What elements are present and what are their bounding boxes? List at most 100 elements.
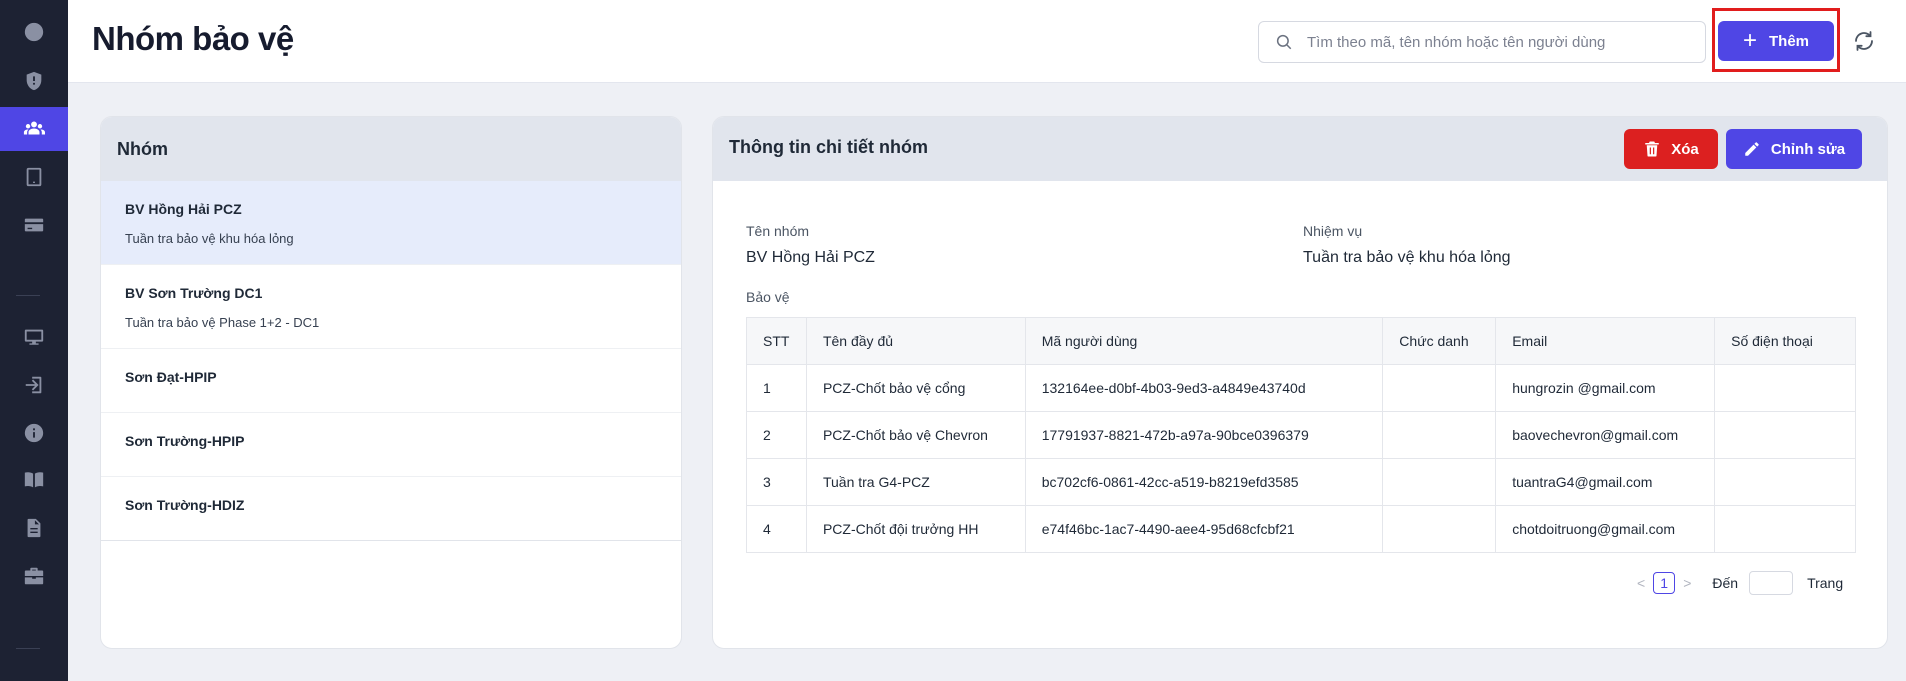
table-cell: hungrozin @gmail.com xyxy=(1495,364,1716,412)
pencil-icon xyxy=(1745,142,1759,156)
shield-icon xyxy=(26,71,42,91)
guards-table: STT Tên đầy đủ Mã người dùng Chức danh E… xyxy=(746,317,1856,553)
edit-button-label: Chỉnh sửa xyxy=(1770,140,1846,158)
group-item[interactable]: Sơn Trường-HDIZ xyxy=(101,477,681,541)
users-icon xyxy=(23,121,45,135)
tablet-icon xyxy=(26,167,42,187)
add-button[interactable]: + Thêm xyxy=(1718,21,1834,61)
group-description: Tuần tra bảo vệ Phase 1+2 - DC1 xyxy=(125,315,320,330)
group-list-title: Nhóm xyxy=(101,117,681,181)
group-item[interactable]: Sơn Đạt-HPIP xyxy=(101,349,681,413)
group-name: Sơn Trường-HDIZ xyxy=(125,497,245,513)
table-cell: Tuần tra G4-PCZ xyxy=(805,458,1026,506)
table-cell: 1 xyxy=(746,364,807,412)
table-cell: 2 xyxy=(746,411,807,459)
group-item[interactable]: Sơn Trường-HPIP xyxy=(101,413,681,477)
sidebar-item-devices[interactable] xyxy=(0,155,68,199)
page-label: Trang xyxy=(1807,575,1844,591)
sidebar-item-groups[interactable] xyxy=(0,107,68,151)
sidebar-item-reports[interactable] xyxy=(0,506,68,550)
table-cell xyxy=(1382,505,1497,553)
search-input[interactable] xyxy=(1307,33,1687,51)
refresh-button[interactable] xyxy=(1850,27,1878,55)
table-cell xyxy=(1382,411,1497,459)
sidebar-divider xyxy=(16,295,40,296)
briefcase-icon xyxy=(24,567,44,585)
table-cell xyxy=(1714,505,1856,553)
table-row[interactable]: 1 PCZ-Chốt bảo vệ cổng 132164ee-d0bf-4b0… xyxy=(746,364,1856,412)
table-row[interactable]: 4 PCZ-Chốt đội trưởng HH e74f46bc-1ac7-4… xyxy=(746,505,1856,553)
detail-title: Thông tin chi tiết nhóm xyxy=(729,137,928,157)
search-box[interactable] xyxy=(1258,21,1706,63)
table-cell: 3 xyxy=(746,458,807,506)
page-number-current[interactable]: 1 xyxy=(1653,572,1676,594)
table-cell: 4 xyxy=(746,505,807,553)
duty-label: Nhiệm vụ xyxy=(1303,223,1363,239)
sidebar-divider xyxy=(16,648,40,649)
table-header-row: STT Tên đầy đủ Mã người dùng Chức danh E… xyxy=(746,317,1856,365)
sidebar-item-docs[interactable] xyxy=(0,458,68,502)
card-icon xyxy=(24,218,44,232)
sidebar-item-checkin[interactable] xyxy=(0,363,68,407)
table-cell xyxy=(1382,458,1497,506)
clock-icon xyxy=(24,22,44,42)
table-cell: chotdoitruong@gmail.com xyxy=(1495,505,1716,553)
refresh-icon xyxy=(1855,31,1873,51)
delete-button[interactable]: Xóa xyxy=(1624,129,1718,169)
column-header[interactable]: Chức danh xyxy=(1382,317,1497,365)
next-page-button[interactable]: > xyxy=(1683,575,1691,591)
info-icon xyxy=(24,423,44,443)
column-header[interactable]: Số điện thoại xyxy=(1714,317,1856,365)
book-icon xyxy=(24,472,44,488)
table-cell xyxy=(1714,364,1856,412)
sidebar-item-monitor[interactable] xyxy=(0,315,68,359)
table-row[interactable]: 2 PCZ-Chốt bảo vệ Chevron 17791937-8821-… xyxy=(746,411,1856,459)
page-title: Nhóm bảo vệ xyxy=(92,20,294,57)
sidebar-item-history[interactable] xyxy=(0,10,68,54)
table-cell: bc702cf6-0861-42cc-a519-b8219efd3585 xyxy=(1024,458,1384,506)
group-item[interactable]: BV Hồng Hải PCZ Tuần tra bảo vệ khu hóa … xyxy=(101,181,681,265)
sidebar-item-security[interactable] xyxy=(0,59,68,103)
group-detail-card: Thông tin chi tiết nhóm Xóa Chỉnh sửa Tê… xyxy=(712,116,1888,649)
column-header[interactable]: Mã người dùng xyxy=(1024,317,1384,365)
add-button-label: Thêm xyxy=(1769,32,1810,50)
plus-icon: + xyxy=(1742,27,1757,54)
group-name: Sơn Trường-HPIP xyxy=(125,433,245,449)
monitor-icon xyxy=(24,329,44,345)
table-cell: PCZ-Chốt bảo vệ cổng xyxy=(805,364,1026,412)
table-cell: 17791937-8821-472b-a97a-90bce0396379 xyxy=(1024,411,1384,459)
guards-label: Bảo vệ xyxy=(746,289,790,305)
table-cell: e74f46bc-1ac7-4490-aee4-95d68cfcbf21 xyxy=(1024,505,1384,553)
group-name: BV Hồng Hải PCZ xyxy=(125,201,242,217)
table-cell: 132164ee-d0bf-4b03-9ed3-a4849e43740d xyxy=(1024,364,1384,412)
prev-page-button[interactable]: < xyxy=(1637,575,1645,591)
sidebar-item-cards[interactable] xyxy=(0,203,68,247)
sidebar xyxy=(0,0,68,681)
group-name-label: Tên nhóm xyxy=(746,223,810,239)
trash-icon xyxy=(1645,141,1659,157)
column-header[interactable]: Email xyxy=(1495,317,1716,365)
goto-label: Đến xyxy=(1712,575,1739,591)
table-cell: PCZ-Chốt bảo vệ Chevron xyxy=(805,411,1026,459)
login-icon xyxy=(25,376,42,394)
group-name: BV Sơn Trường DC1 xyxy=(125,285,263,301)
table-cell xyxy=(1382,364,1497,412)
group-list-card: Nhóm BV Hồng Hải PCZ Tuần tra bảo vệ khu… xyxy=(100,116,682,649)
delete-button-label: Xóa xyxy=(1671,140,1699,158)
group-description: Tuần tra bảo vệ khu hóa lỏng xyxy=(125,231,294,246)
goto-page-input[interactable] xyxy=(1749,571,1794,595)
table-cell: baovechevron@gmail.com xyxy=(1495,411,1716,459)
column-header[interactable]: Tên đầy đủ xyxy=(805,317,1026,365)
table-row[interactable]: 3 Tuần tra G4-PCZ bc702cf6-0861-42cc-a51… xyxy=(746,458,1856,506)
sidebar-item-work[interactable] xyxy=(0,554,68,598)
column-header[interactable]: STT xyxy=(746,317,807,365)
edit-button[interactable]: Chỉnh sửa xyxy=(1726,129,1862,169)
table-cell xyxy=(1714,411,1856,459)
pagination: < 1 > Đến Trang xyxy=(1637,571,1843,595)
group-name: Sơn Đạt-HPIP xyxy=(125,369,217,385)
group-name-value: BV Hồng Hải PCZ xyxy=(746,249,875,266)
sidebar-item-info[interactable] xyxy=(0,411,68,455)
group-item[interactable]: BV Sơn Trường DC1 Tuần tra bảo vệ Phase … xyxy=(101,265,681,349)
page-header: Nhóm bảo vệ + Thêm xyxy=(68,0,1906,83)
duty-value: Tuần tra bảo vệ khu hóa lỏng xyxy=(1303,249,1511,266)
